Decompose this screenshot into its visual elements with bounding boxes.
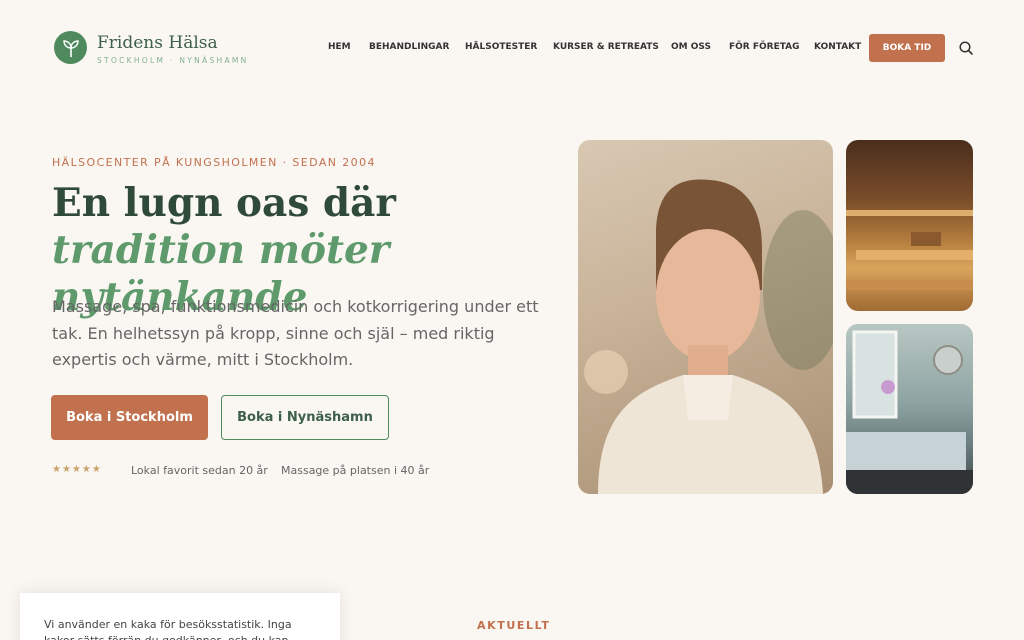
search-icon[interactable] — [958, 40, 974, 56]
news-section-label: AKTUELLT — [477, 619, 551, 632]
nav-item-hem[interactable]: HEM — [328, 42, 351, 52]
cookie-banner-text: Vi använder en kaka för besöksstatistik.… — [44, 618, 292, 640]
sprout-icon[interactable] — [54, 31, 87, 64]
book-appointment-button[interactable]: BOKA TID — [869, 34, 945, 62]
rating-stars: ★★★★★ — [52, 464, 102, 475]
nav-item-for-foretag[interactable]: FÖR FÖRETAG — [729, 42, 800, 52]
book-stockholm-button[interactable]: Boka i Stockholm — [51, 395, 208, 440]
brand-subtitle: STOCKHOLM · NYNÄSHAMN — [97, 56, 249, 65]
brand-name[interactable]: Fridens Hälsa — [97, 33, 218, 53]
hero-eyebrow: HÄLSOCENTER PÅ KUNGSHOLMEN · SEDAN 2004 — [52, 156, 376, 169]
hero-title-plain: En lugn oas där — [52, 180, 396, 226]
sauna-image — [846, 140, 973, 311]
book-nynashamn-button[interactable]: Boka i Nynäshamn — [221, 395, 389, 440]
massage-experience-badge: Massage på platsen i 40 år — [281, 464, 430, 477]
site-header: Fridens Hälsa STOCKHOLM · NYNÄSHAMN HEM … — [0, 0, 1024, 96]
nav-item-om-oss[interactable]: OM OSS — [671, 42, 711, 52]
nav-item-kontakt[interactable]: KONTAKT — [814, 42, 861, 52]
cookie-banner: Vi använder en kaka för besöksstatistik.… — [20, 593, 340, 640]
hero-description: Massage, spa, funktionsmedicin och kotko… — [52, 297, 539, 369]
local-favorite-badge: Lokal favorit sedan 20 år — [131, 464, 268, 477]
nav-item-kurser-retreats[interactable]: KURSER & RETREATS — [553, 42, 659, 52]
nav-item-behandlingar[interactable]: BEHANDLINGAR — [369, 42, 449, 52]
therapist-portrait-image — [578, 140, 833, 494]
treatment-room-image — [846, 324, 973, 494]
nav-item-halsotester[interactable]: HÄLSOTESTER — [465, 42, 537, 52]
